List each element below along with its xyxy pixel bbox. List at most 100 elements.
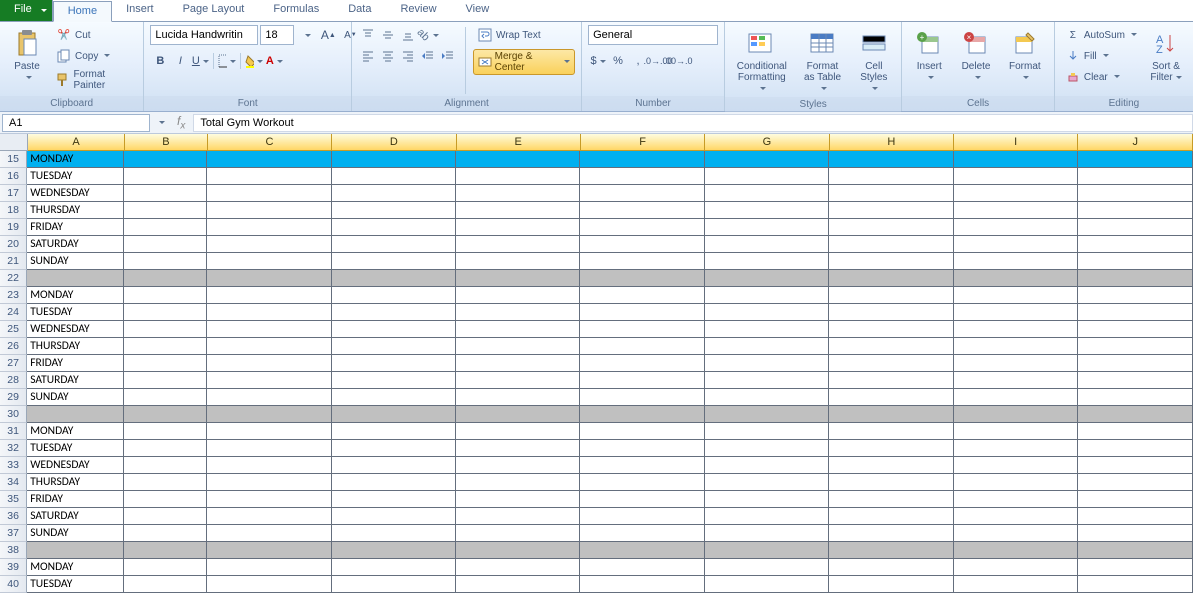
merge-center-button[interactable]: Merge & Center xyxy=(473,49,575,75)
cell-C38[interactable] xyxy=(207,542,331,559)
cell-C24[interactable] xyxy=(207,304,331,321)
cell-A18[interactable]: THURSDAY xyxy=(27,202,124,219)
cell-A38[interactable] xyxy=(27,542,124,559)
cell-B18[interactable] xyxy=(124,202,207,219)
cell-D20[interactable] xyxy=(332,236,456,253)
cell-F26[interactable] xyxy=(580,338,704,355)
cell-H22[interactable] xyxy=(829,270,953,287)
cell-A19[interactable]: FRIDAY xyxy=(27,219,124,236)
cell-G28[interactable] xyxy=(705,372,829,389)
font-name-combo[interactable] xyxy=(150,25,258,45)
cell-C15[interactable] xyxy=(207,151,331,168)
cell-E36[interactable] xyxy=(456,508,580,525)
cell-I26[interactable] xyxy=(954,338,1078,355)
row-header-38[interactable]: 38 xyxy=(0,542,27,559)
cell-J18[interactable] xyxy=(1078,202,1193,219)
insert-cells-button[interactable]: + Insert xyxy=(908,25,950,86)
cell-I37[interactable] xyxy=(954,525,1078,542)
cell-I25[interactable] xyxy=(954,321,1078,338)
cell-G32[interactable] xyxy=(705,440,829,457)
row-header-21[interactable]: 21 xyxy=(0,253,27,270)
row-header-15[interactable]: 15 xyxy=(0,151,27,168)
cell-F23[interactable] xyxy=(580,287,704,304)
cell-I29[interactable] xyxy=(954,389,1078,406)
cell-C35[interactable] xyxy=(207,491,331,508)
row-header-35[interactable]: 35 xyxy=(0,491,27,508)
cell-E26[interactable] xyxy=(456,338,580,355)
cell-J20[interactable] xyxy=(1078,236,1193,253)
cell-J21[interactable] xyxy=(1078,253,1193,270)
cell-G40[interactable] xyxy=(705,576,829,593)
cell-F20[interactable] xyxy=(580,236,704,253)
cell-G33[interactable] xyxy=(705,457,829,474)
cell-H35[interactable] xyxy=(829,491,953,508)
cell-A26[interactable]: THURSDAY xyxy=(27,338,124,355)
cell-H31[interactable] xyxy=(829,423,953,440)
cell-J33[interactable] xyxy=(1078,457,1193,474)
fill-button[interactable]: Fill xyxy=(1061,46,1141,66)
cell-J37[interactable] xyxy=(1078,525,1193,542)
cell-D40[interactable] xyxy=(332,576,456,593)
cell-D34[interactable] xyxy=(332,474,456,491)
align-right-button[interactable] xyxy=(398,46,418,66)
cell-C32[interactable] xyxy=(207,440,331,457)
cell-G21[interactable] xyxy=(705,253,829,270)
cell-D26[interactable] xyxy=(332,338,456,355)
cell-F29[interactable] xyxy=(580,389,704,406)
cell-D24[interactable] xyxy=(332,304,456,321)
cell-C40[interactable] xyxy=(207,576,331,593)
cell-H39[interactable] xyxy=(829,559,953,576)
cell-J22[interactable] xyxy=(1078,270,1193,287)
cell-A28[interactable]: SATURDAY xyxy=(27,372,124,389)
cell-D22[interactable] xyxy=(332,270,456,287)
cell-F18[interactable] xyxy=(580,202,704,219)
wrap-text-button[interactable]: Wrap Text xyxy=(473,25,575,45)
cell-F32[interactable] xyxy=(580,440,704,457)
cell-G19[interactable] xyxy=(705,219,829,236)
column-header-C[interactable]: C xyxy=(208,134,332,151)
row-header-25[interactable]: 25 xyxy=(0,321,27,338)
increase-font-button[interactable]: A▲ xyxy=(318,25,338,45)
cell-J35[interactable] xyxy=(1078,491,1193,508)
cell-B21[interactable] xyxy=(124,253,207,270)
cell-D30[interactable] xyxy=(332,406,456,423)
cell-F25[interactable] xyxy=(580,321,704,338)
cell-E23[interactable] xyxy=(456,287,580,304)
orientation-button[interactable]: ab xyxy=(418,25,438,45)
cell-I38[interactable] xyxy=(954,542,1078,559)
cell-F28[interactable] xyxy=(580,372,704,389)
cell-F16[interactable] xyxy=(580,168,704,185)
cell-G22[interactable] xyxy=(705,270,829,287)
cell-A23[interactable]: MONDAY xyxy=(27,287,124,304)
cell-E25[interactable] xyxy=(456,321,580,338)
sort-filter-button[interactable]: AZ Sort & Filter xyxy=(1145,25,1187,86)
column-header-G[interactable]: G xyxy=(705,134,829,151)
column-header-F[interactable]: F xyxy=(581,134,705,151)
cell-E21[interactable] xyxy=(456,253,580,270)
cell-B34[interactable] xyxy=(124,474,207,491)
cell-G31[interactable] xyxy=(705,423,829,440)
cell-I28[interactable] xyxy=(954,372,1078,389)
cell-A33[interactable]: WEDNESDAY xyxy=(27,457,124,474)
fill-color-button[interactable] xyxy=(244,51,264,71)
cell-A27[interactable]: FRIDAY xyxy=(27,355,124,372)
cell-B37[interactable] xyxy=(124,525,207,542)
cell-F21[interactable] xyxy=(580,253,704,270)
cell-I24[interactable] xyxy=(954,304,1078,321)
cell-C30[interactable] xyxy=(207,406,331,423)
cell-C37[interactable] xyxy=(207,525,331,542)
row-header-37[interactable]: 37 xyxy=(0,525,27,542)
cell-C29[interactable] xyxy=(207,389,331,406)
cell-H16[interactable] xyxy=(829,168,953,185)
row-header-23[interactable]: 23 xyxy=(0,287,27,304)
cell-G37[interactable] xyxy=(705,525,829,542)
cell-C16[interactable] xyxy=(207,168,331,185)
cell-D37[interactable] xyxy=(332,525,456,542)
cell-A16[interactable]: TUESDAY xyxy=(27,168,124,185)
cell-A15[interactable]: MONDAY xyxy=(27,151,124,168)
cell-E34[interactable] xyxy=(456,474,580,491)
paste-button[interactable]: Paste xyxy=(6,25,48,86)
cell-D18[interactable] xyxy=(332,202,456,219)
name-box-dropdown[interactable] xyxy=(152,117,169,129)
row-header-28[interactable]: 28 xyxy=(0,372,27,389)
